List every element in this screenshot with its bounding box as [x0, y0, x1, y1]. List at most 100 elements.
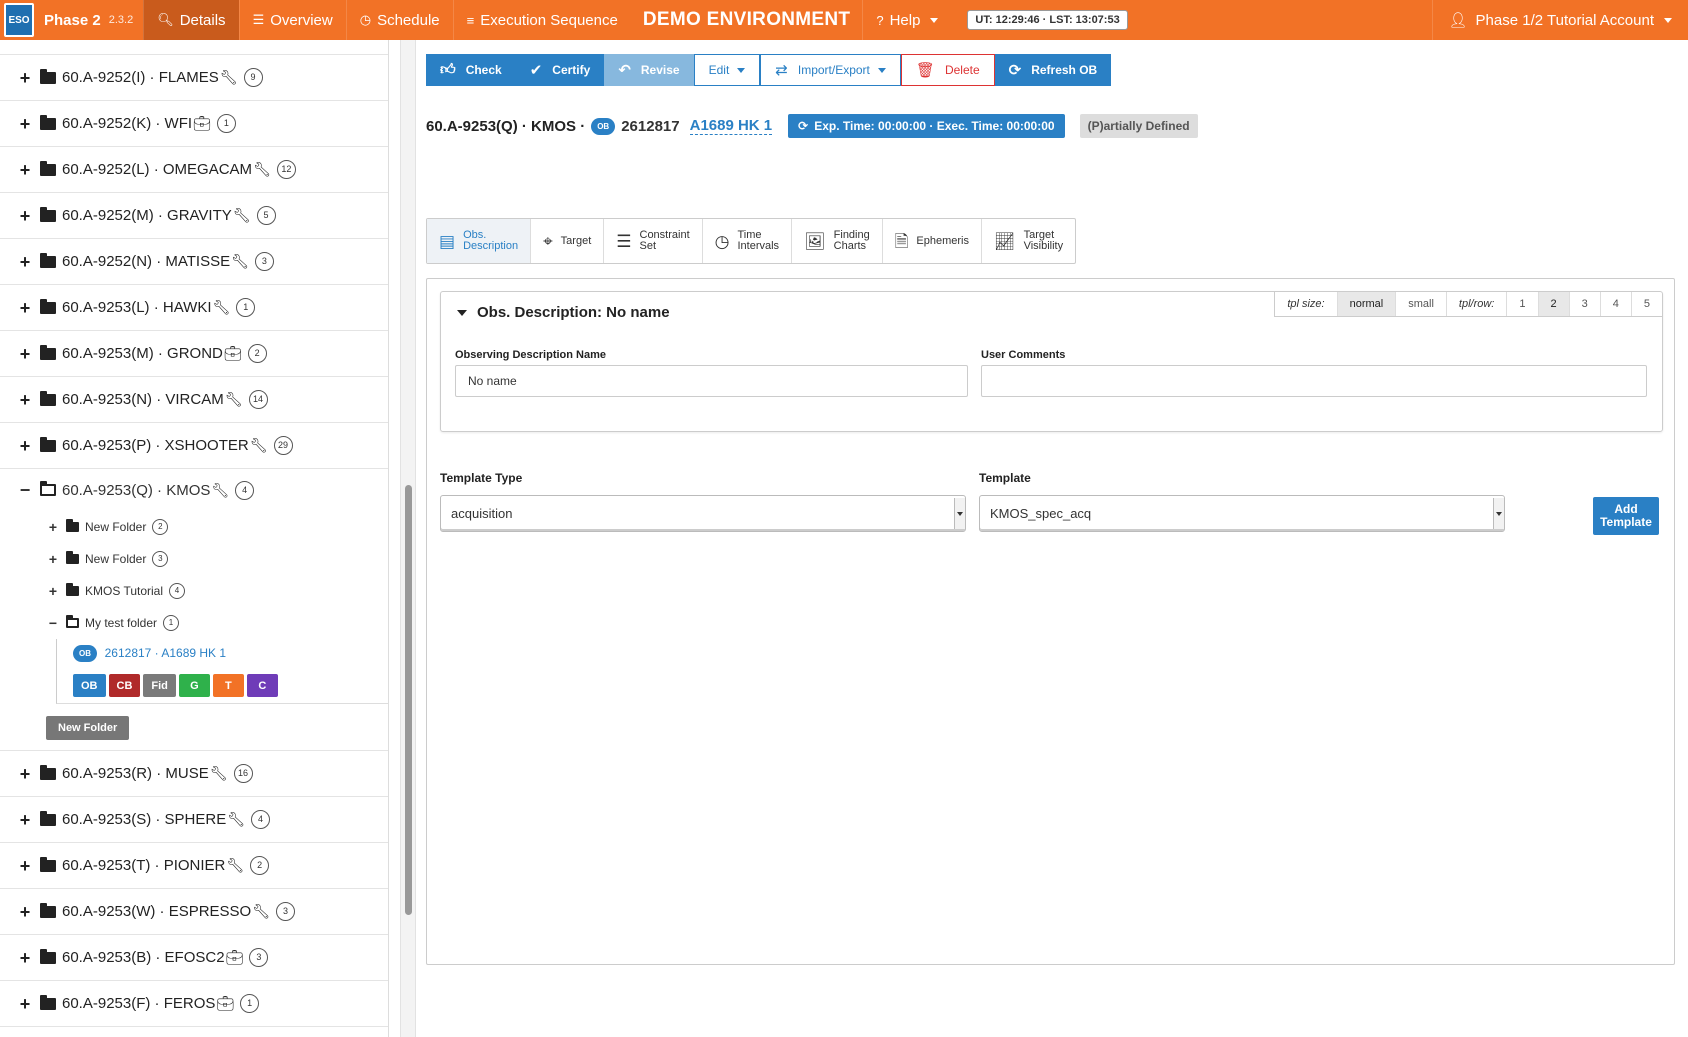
count-badge: 1 [240, 994, 260, 1014]
expand-icon[interactable]: + [18, 995, 32, 1013]
revise-button[interactable]: ↶ Revise [604, 54, 694, 86]
nav-execution-sequence[interactable]: ≡ Execution Sequence [452, 0, 631, 40]
ob-link[interactable]: 2612817 · A1689 HK 1 [105, 646, 226, 660]
tab-label-line1: Target [560, 234, 592, 247]
tpl-row-3[interactable]: 3 [1570, 292, 1601, 316]
template-select[interactable]: KMOS_spec_acq [979, 495, 1505, 532]
ob-type-button-g[interactable]: G [178, 674, 210, 698]
count-badge: 4 [235, 480, 255, 500]
help-menu[interactable]: ? Help [862, 0, 951, 40]
tpl-row-1[interactable]: 1 [1507, 292, 1539, 316]
tree-run-60-a-9253-s-sphere[interactable]: +60.A-9253(S) · SPHERE 🔧︎ 4 [0, 797, 388, 844]
ob-type-button-cb[interactable]: CB [108, 674, 141, 698]
import-export-dropdown[interactable]: ⇄ Import/Export [760, 54, 901, 86]
expand-icon[interactable]: + [18, 765, 32, 783]
tree-scrollbar[interactable] [405, 485, 412, 915]
tree-run-60-a-9253-r-muse[interactable]: +60.A-9253(R) · MUSE 🔧︎ 16 [0, 751, 388, 798]
tree-folder-kmos-tutorial[interactable]: + KMOS Tutorial 4 [0, 575, 388, 607]
expand-icon[interactable]: + [18, 949, 32, 967]
expand-icon[interactable]: + [18, 69, 32, 87]
count-badge: 2 [250, 856, 270, 876]
delete-button[interactable]: 🗑︎ Delete [900, 54, 995, 86]
tpl-row-4[interactable]: 4 [1601, 292, 1632, 316]
user-comments-input[interactable] [981, 365, 1647, 397]
collapse-icon[interactable]: − [18, 481, 32, 499]
tree-run-60-a-9252-k-wfi[interactable]: +60.A-9252(K) · WFI 💼︎ 1 [0, 101, 388, 147]
count-badge: 12 [276, 160, 296, 179]
expand-icon[interactable]: + [18, 345, 32, 363]
ob-type-button-t[interactable]: T [212, 674, 244, 698]
tree-children: + New Folder 2 + New Folder 3 + KMOS Tutorial 4 −… [0, 511, 388, 639]
exec-time-badge[interactable]: ⟳ Exp. Time: 00:00:00 · Exec. Time: 00:00… [788, 114, 1065, 138]
tpl-row-5[interactable]: 5 [1632, 292, 1662, 316]
tree-run-60-a-9253-l-hawki[interactable]: +60.A-9253(L) · HAWKI 🔧︎ 1 [0, 285, 388, 331]
nav-overview[interactable]: ☰ Overview [238, 0, 346, 40]
tree-run-label: 60.A-9253(N) · VIRCAM [62, 391, 224, 408]
expand-icon[interactable]: + [48, 584, 58, 598]
add-template-button[interactable]: Add Template [1593, 497, 1659, 535]
tree-run-60-a-9252-i-flames[interactable]: +60.A-9252(I) · FLAMES 🔧︎ 9 [0, 55, 388, 101]
check-button[interactable]: 👍︎ Check [426, 54, 516, 86]
ob-name-link[interactable]: A1689 HK 1 [689, 117, 773, 135]
tree-run-60-a-9253-p-xshooter[interactable]: +60.A-9253(P) · XSHOOTER 🔧︎ 29 [0, 423, 388, 469]
expand-icon[interactable]: + [18, 811, 32, 829]
obs-description-header[interactable]: Obs. Description: No name [457, 304, 670, 321]
ob-type-button-c[interactable]: C [246, 674, 278, 698]
template-value: KMOS_spec_acq [990, 506, 1092, 521]
refresh-ob-button[interactable]: ⟳ Refresh OB [994, 54, 1112, 86]
tpl-size-small[interactable]: small [1396, 292, 1447, 316]
tab-constraint-set[interactable]: ☰ Constraint Set [604, 219, 703, 263]
wrench-icon: 🔧︎ [224, 391, 243, 407]
tree-run-60-a-9253-f-feros[interactable]: +60.A-9253(F) · FEROS 💼︎ 1 [0, 981, 388, 1028]
expand-icon[interactable]: + [18, 857, 32, 875]
expand-icon[interactable]: + [18, 437, 32, 455]
tpl-row-2[interactable]: 2 [1538, 292, 1570, 316]
tree-ob-item[interactable]: OB 2612817 · A1689 HK 1 [73, 645, 388, 663]
tab-finding-charts[interactable]: 🖼︎ Finding Charts [792, 219, 883, 263]
tree-run-60-a-9252-l-omegacam[interactable]: +60.A-9252(L) · OMEGACAM 🔧︎ 12 [0, 147, 388, 193]
tree-run-60-a-9252-m-gravity[interactable]: +60.A-9252(M) · GRAVITY 🔧︎ 5 [0, 193, 388, 239]
tree-run-kmos[interactable]: − 60.A-9253(Q) · KMOS 🔧︎ 4 [0, 469, 388, 511]
main-panel: 👍︎ Check ✔ Certify ↶ Revise Edit ⇄ Import/Ex… [426, 40, 1680, 1037]
tree-folder-label: New Folder [85, 520, 147, 534]
expand-icon[interactable]: + [18, 391, 32, 409]
nav-schedule[interactable]: ◷ Schedule [345, 0, 453, 40]
tab-ephemeris[interactable]: 🗎︎ Ephemeris [883, 219, 982, 263]
expand-icon[interactable]: + [18, 903, 32, 921]
expand-icon[interactable]: + [18, 207, 32, 225]
tree-run-60-a-9253-t-pionier[interactable]: +60.A-9253(T) · PIONIER 🔧︎ 2 [0, 843, 388, 890]
expand-icon[interactable]: + [18, 299, 32, 317]
account-menu[interactable]: 👤︎ Phase 1/2 Tutorial Account [1431, 0, 1688, 40]
certify-button[interactable]: ✔ Certify [515, 54, 605, 86]
suitcase-icon: 💼︎ [225, 949, 244, 966]
edit-dropdown[interactable]: Edit [693, 54, 761, 86]
expand-icon[interactable]: + [48, 552, 58, 566]
tree-run-60-a-9253-m-grond[interactable]: +60.A-9253(M) · GROND 💼︎ 2 [0, 331, 388, 377]
tree-folder-new-folder[interactable]: + New Folder 2 [0, 511, 388, 543]
brand[interactable]: ESO Phase 2 2.3.2 [0, 0, 143, 40]
obs-name-input[interactable]: No name [455, 365, 968, 397]
tree-folder-my-test-folder[interactable]: − My test folder 1 [0, 607, 388, 639]
tab-target[interactable]: ⌖ Target [531, 219, 605, 263]
tree-run-60-a-9253-n-vircam[interactable]: +60.A-9253(N) · VIRCAM 🔧︎ 14 [0, 377, 388, 423]
new-folder-button[interactable]: New Folder [46, 716, 130, 741]
expand-icon[interactable]: + [48, 520, 58, 534]
tab-target-visibility[interactable]: 📈︎ Target Visibility [982, 219, 1075, 263]
template-type-select[interactable]: acquisition [440, 495, 966, 532]
tree-run-60-a-9252-n-matisse[interactable]: +60.A-9252(N) · MATISSE 🔧︎ 3 [0, 239, 388, 285]
tree-run-60-a-9253-w-espresso[interactable]: +60.A-9253(W) · ESPRESSO 🔧︎ 3 [0, 889, 388, 936]
nav-details[interactable]: 🔍︎ Details [143, 0, 239, 40]
collapse-icon[interactable]: − [48, 616, 58, 630]
tpl-size-normal[interactable]: normal [1337, 292, 1397, 316]
ob-type-button-fid[interactable]: Fid [143, 674, 176, 698]
tree-run-60-a-9253-b-efosc2[interactable]: +60.A-9253(B) · EFOSC2 💼︎ 3 [0, 935, 388, 982]
tab-time-intervals[interactable]: ◷ Time Intervals [703, 219, 793, 263]
tpl-row-label: tpl/row: [1447, 292, 1508, 316]
expand-icon[interactable]: + [18, 115, 32, 133]
tree-folder-new-folder[interactable]: + New Folder 3 [0, 543, 388, 575]
tab-obs-description[interactable]: ▤ Obs. Description [427, 219, 532, 263]
expand-icon[interactable]: + [18, 253, 32, 271]
ob-type-button-ob[interactable]: OB [73, 674, 106, 698]
folder-icon [40, 902, 56, 918]
expand-icon[interactable]: + [18, 161, 32, 179]
